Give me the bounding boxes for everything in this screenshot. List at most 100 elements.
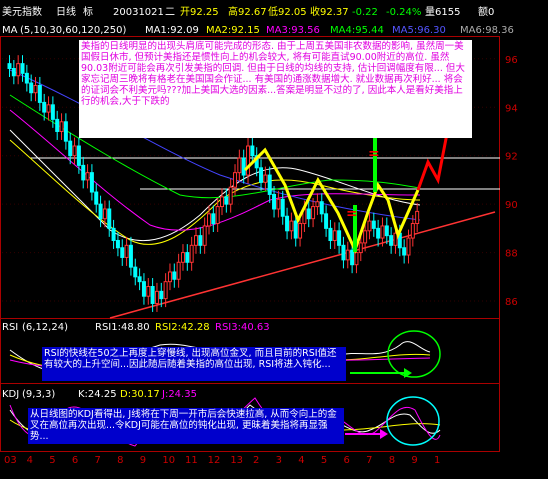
kdj-d-value: D:30.17 (120, 389, 160, 400)
candle (198, 227, 203, 254)
candle (306, 200, 311, 228)
candle-body (72, 145, 77, 157)
rsi-label: RSI (2, 322, 18, 333)
candle (193, 227, 198, 254)
candle-body (328, 227, 333, 241)
candle-body (50, 104, 55, 120)
ma1-value: MA1:92.09 (145, 25, 199, 36)
candle-body (76, 145, 81, 166)
period-label: 日线 (56, 5, 76, 18)
change-value: -0.22 (352, 7, 378, 18)
candle (146, 278, 151, 305)
candle (389, 227, 394, 254)
candle-body (267, 174, 272, 195)
price-axis: 86 88 90 92 94 96 (505, 55, 518, 308)
candle (98, 195, 103, 228)
candle (176, 253, 181, 288)
ma3-value: MA3:93.56 (266, 25, 320, 36)
y-tick-label: 88 (505, 249, 518, 260)
candle (46, 96, 51, 121)
candle-body (246, 145, 251, 176)
candle-body (345, 249, 350, 261)
candle-body (280, 198, 285, 217)
candle-body (176, 261, 181, 280)
candle (345, 241, 350, 269)
candle (280, 190, 285, 225)
x-tick-label: 10 (162, 455, 175, 466)
x-tick-label: 7 (366, 455, 372, 466)
kdj-highlight-circle (386, 396, 440, 446)
candle (237, 149, 242, 182)
candle-body (341, 244, 346, 261)
x-tick-label: 2 (253, 455, 259, 466)
candle (410, 215, 415, 247)
candle-body (233, 172, 238, 188)
candle (337, 222, 342, 254)
candle-body (250, 145, 255, 157)
date-axis: 03 4 5 6 7 8 9 10 11 12 13 2 3 4 5 6 7 8 9 1 (4, 455, 440, 466)
candle-body (111, 227, 116, 241)
candle (59, 113, 64, 140)
x-tick-label: 6 (72, 455, 78, 466)
candle-body (298, 223, 303, 239)
amount-value: 额0 (478, 5, 494, 18)
ma2-value: MA2:92.15 (206, 25, 260, 36)
candle-body (319, 201, 324, 215)
x-tick-label: 11 (185, 455, 198, 466)
kdj-params: (9,3,3) (22, 389, 55, 400)
high-value: 高92.67 (228, 5, 267, 18)
candle (341, 236, 346, 269)
candle (124, 236, 129, 266)
rsi3-value: RSI3:40.63 (215, 322, 270, 333)
candle (319, 193, 324, 223)
candle-body (198, 235, 203, 246)
candle-body (37, 84, 42, 103)
candle-body (415, 210, 420, 225)
candle-body (20, 63, 25, 74)
candle (55, 110, 60, 140)
y-tick-label: 90 (505, 200, 518, 211)
candle-body (224, 196, 229, 205)
candle-body (293, 220, 298, 239)
candle-body (371, 220, 376, 229)
date-label: 20031021 (113, 7, 164, 18)
candle-body (276, 198, 281, 210)
x-tick-label: 9 (140, 455, 146, 466)
y-tick-label: 94 (505, 103, 518, 114)
candle (72, 137, 77, 165)
candle (172, 263, 177, 288)
candle (81, 156, 86, 189)
candle (259, 159, 264, 191)
candle (311, 198, 316, 228)
candle-body (285, 215, 290, 232)
candle (328, 219, 333, 249)
candle-body (185, 252, 190, 263)
candle (63, 113, 68, 150)
candle-body (380, 225, 385, 239)
candle-body (141, 281, 146, 297)
candle-body (311, 206, 316, 220)
candle-body (24, 72, 29, 84)
y-tick-label: 92 (505, 152, 518, 163)
candle (128, 236, 133, 276)
candle (137, 268, 142, 291)
candle (94, 183, 99, 213)
equal-mark-right: = (368, 146, 380, 162)
rsi-note: RSI的快线在50之上再度上穿慢线, 出现高位金叉, 而且目前的RSI值还有较大… (42, 347, 346, 381)
candle-body (46, 104, 51, 113)
candle (289, 212, 294, 240)
kdj-note: 从日线图的KDJ看得出, J线将在下周一开市后会快速拉高, 从而令向上的金叉在高… (28, 408, 344, 444)
candle (276, 190, 281, 218)
candle (133, 258, 138, 286)
candle (180, 244, 185, 271)
candle (107, 200, 112, 237)
candle-body (11, 67, 16, 77)
candle-body (315, 201, 320, 208)
candle-body (367, 220, 372, 232)
x-tick-label: 03 (4, 455, 17, 466)
candle-body (150, 286, 155, 304)
candle-body (16, 63, 21, 77)
candle-body (180, 252, 185, 263)
candle (315, 193, 320, 216)
candle (141, 273, 146, 305)
